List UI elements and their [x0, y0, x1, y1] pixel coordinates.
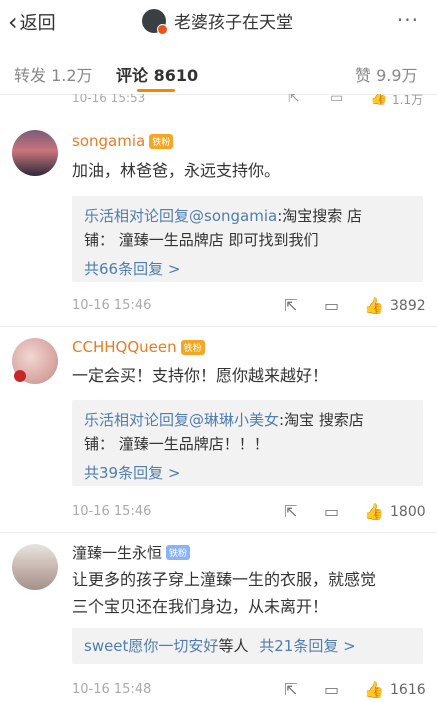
reply-box[interactable]: 乐活相对论回复@琳琳小美女:淘宝 搜索店 铺： 潼臻一生品牌店！！！ 共39条回…: [72, 400, 423, 486]
comment-time: 10-16 15:46: [72, 504, 152, 519]
reply-text: 乐活相对论回复@琳琳小美女:淘宝 搜索店 铺： 潼臻一生品牌店！！！: [72, 400, 423, 456]
reply-author[interactable]: 乐活相对论回复@songamia: [84, 207, 277, 225]
comment-icon[interactable]: ▭: [324, 502, 339, 521]
back-button[interactable]: ‹ 返回: [8, 9, 56, 35]
comment-time: 10-16 15:53: [72, 94, 146, 105]
username-text: songamia: [72, 132, 146, 150]
username-text: 潼臻一生永恒: [72, 544, 163, 562]
like-count: 1.1万: [392, 94, 424, 107]
comment-time: 10-16 15:48: [72, 682, 152, 697]
comment-text: 一定会买！支持你！愿你越来越好！: [72, 366, 329, 385]
share-icon[interactable]: ⇱: [288, 94, 300, 106]
tab-repost[interactable]: 转发 1.2万: [14, 62, 93, 86]
tab-likes[interactable]: 赞 9.9万: [355, 62, 418, 86]
comment-username[interactable]: songamia 铁粉: [72, 132, 174, 150]
comment-time: 10-16 15:46: [72, 298, 152, 313]
reply-content: 等人: [218, 637, 249, 655]
active-tab-indicator: [137, 89, 175, 92]
reply-content-line2: 铺： 潼臻一生品牌店！！！: [84, 435, 269, 453]
reply-content-line2: 铺： 潼臻一生品牌店 即可找到我们: [84, 231, 319, 249]
reply-content: :淘宝搜索 店: [277, 207, 363, 225]
tab-comments[interactable]: 评论 8610: [116, 62, 198, 86]
fan-badge: 铁粉: [149, 133, 174, 149]
flag-badge-icon: [14, 370, 26, 382]
comment-icon[interactable]: ▭: [324, 296, 339, 315]
like-count: 1800: [390, 504, 426, 520]
comment-icon[interactable]: ▭: [330, 94, 343, 106]
comment-meta: 10-16 15:46 ⇱ ▭ 👍 3892: [72, 296, 427, 316]
like-count: 3892: [390, 298, 426, 314]
comment-text-line1: 让更多的孩子穿上潼臻一生的衣服，就感觉: [72, 570, 377, 589]
reply-summary: sweet愿你一切安好等人 共21条回复 >: [72, 628, 423, 658]
reply-author[interactable]: sweet愿你一切安好: [84, 637, 218, 655]
like-icon[interactable]: 👍: [370, 94, 387, 106]
title-area[interactable]: 老婆孩子在天堂: [142, 8, 293, 35]
avatar[interactable]: [12, 544, 58, 590]
share-icon[interactable]: ⇱: [284, 680, 297, 699]
like-icon[interactable]: 👍: [364, 296, 384, 315]
nav-bar: ‹ 返回 老婆孩子在天堂 ···: [0, 0, 437, 44]
comment-meta: 10-16 15:48 ⇱ ▭ 👍 1616: [72, 680, 427, 700]
user-avatar: [142, 8, 168, 35]
comment-text: 加油，林爸爸，永远支持你。: [72, 161, 281, 180]
comment-text-line2: 三个宝贝还在我们身边，从未离开！: [72, 597, 329, 616]
share-icon[interactable]: ⇱: [284, 502, 297, 521]
avatar[interactable]: [12, 130, 58, 176]
comment-item: CCHHQQueen 铁粉 一定会买！支持你！愿你越来越好！ 乐活相对论回复@琳…: [0, 326, 437, 533]
reply-box[interactable]: 乐活相对论回复@songamia:淘宝搜索 店 铺： 潼臻一生品牌店 即可找到我…: [72, 196, 423, 282]
comment-meta: 10-16 15:46 ⇱ ▭ 👍 1800: [72, 502, 427, 522]
like-icon[interactable]: 👍: [364, 502, 384, 521]
comment-item: 潼臻一生永恒 铁粉 让更多的孩子穿上潼臻一生的衣服，就感觉 三个宝贝还在我们身边…: [0, 532, 437, 702]
fan-badge: 铁粉: [180, 339, 205, 355]
more-replies-link[interactable]: 共21条回复 >: [259, 637, 355, 655]
share-icon[interactable]: ⇱: [284, 296, 297, 315]
like-count: 1616: [390, 682, 426, 698]
tab-bar: 转发 1.2万 评论 8610 赞 9.9万: [0, 50, 437, 95]
reply-box[interactable]: sweet愿你一切安好等人 共21条回复 >: [72, 628, 423, 664]
more-menu-button[interactable]: ···: [397, 8, 419, 32]
more-replies-link[interactable]: 共66条回复 >: [72, 252, 423, 287]
fan-badge: 铁粉: [166, 545, 191, 560]
chevron-left-icon: ‹: [8, 8, 18, 36]
comment-icon[interactable]: ▭: [324, 680, 339, 699]
reply-text: 乐活相对论回复@songamia:淘宝搜索 店 铺： 潼臻一生品牌店 即可找到我…: [72, 196, 423, 252]
back-label: 返回: [19, 13, 56, 34]
comment-username[interactable]: 潼臻一生永恒 铁粉: [72, 542, 191, 563]
comment-text: 让更多的孩子穿上潼臻一生的衣服，就感觉 三个宝贝还在我们身边，从未离开！: [72, 566, 422, 620]
previous-comment-meta: 10-16 15:53 ⇱ ▭ 👍 1.1万: [0, 94, 437, 114]
reply-author[interactable]: 乐活相对论回复@琳琳小美女: [84, 411, 279, 429]
page-title: 老婆孩子在天堂: [174, 13, 293, 33]
comment-item: songamia 铁粉 加油，林爸爸，永远支持你。 乐活相对论回复@songam…: [0, 114, 437, 327]
more-replies-link[interactable]: 共39条回复 >: [72, 456, 423, 491]
like-icon[interactable]: 👍: [364, 680, 384, 699]
username-text: CCHHQQueen: [72, 338, 177, 356]
comment-username[interactable]: CCHHQQueen 铁粉: [72, 338, 205, 356]
reply-content: :淘宝 搜索店: [279, 411, 364, 429]
